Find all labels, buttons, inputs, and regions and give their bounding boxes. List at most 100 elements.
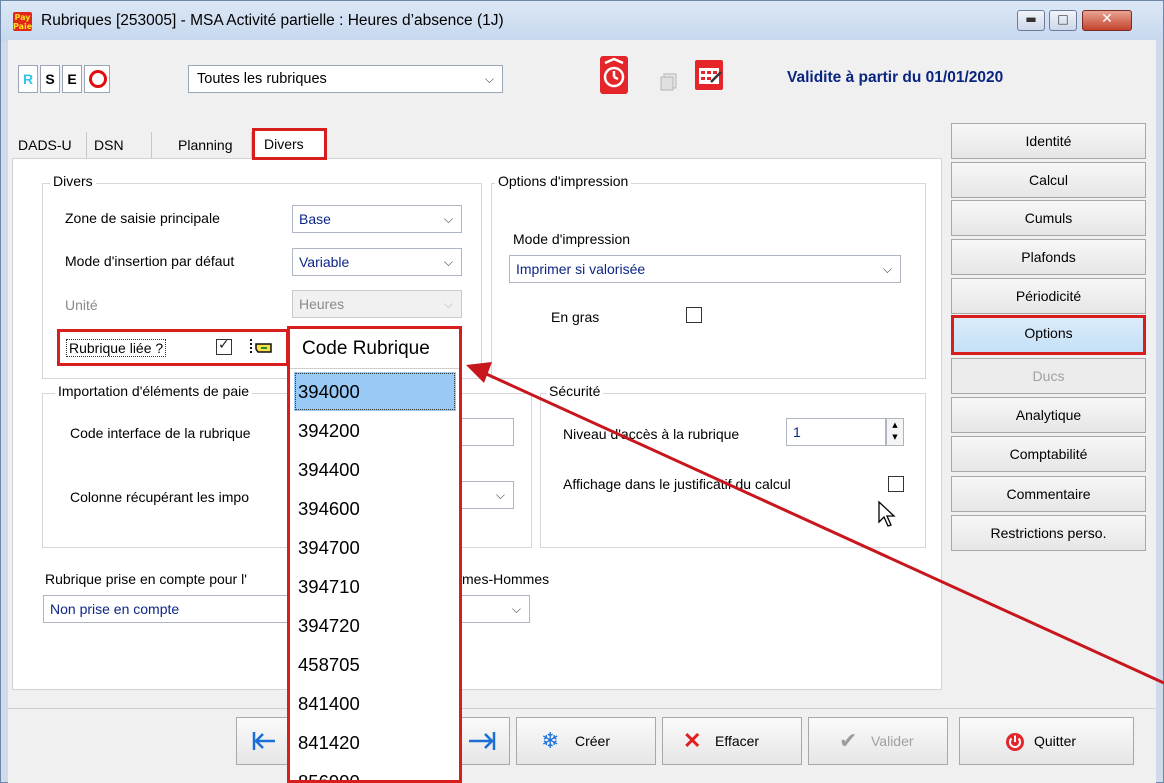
o-toggle-button[interactable] xyxy=(84,65,110,93)
comptabilite-button[interactable]: Comptabilité xyxy=(951,436,1146,472)
commentaire-button[interactable]: Commentaire xyxy=(951,476,1146,512)
code-interface-input[interactable] xyxy=(460,418,514,446)
maximize-button[interactable]: □ xyxy=(1049,10,1077,31)
e-toggle-button[interactable]: E xyxy=(62,65,82,93)
securite-group xyxy=(540,393,926,548)
effacer-button[interactable]: ✕ Effacer xyxy=(662,717,802,765)
code-rubrique-dropdown[interactable]: Code Rubrique 394000 394200 394400 39460… xyxy=(287,326,462,783)
spin-up-icon[interactable]: ▲ xyxy=(887,419,903,431)
tab-dads-u-label: DADS-U xyxy=(18,137,72,153)
title-bar[interactable]: Pay Paie Rubriques [253005] - MSA Activi… xyxy=(1,1,1163,41)
list-item[interactable]: 856900 xyxy=(294,762,456,780)
tab-planning-label: Planning xyxy=(178,137,233,153)
options-impression-title: Options d'impression xyxy=(495,173,632,189)
window-title: Rubriques [253005] - MSA Activité partie… xyxy=(41,12,504,29)
rubrique-liee-checkbox[interactable] xyxy=(216,337,232,355)
colonne-label: Colonne récupérant les impo xyxy=(70,489,249,505)
prudhommes-value: Non prise en compte xyxy=(50,601,180,617)
options-button[interactable]: Options xyxy=(951,315,1146,355)
chevron-down-icon: ⌵ xyxy=(495,488,505,502)
r-toggle-button[interactable]: R xyxy=(18,65,38,93)
list-item[interactable]: 394600 xyxy=(294,489,456,528)
mode-insertion-select[interactable]: Variable ⌵ xyxy=(292,248,462,276)
chevron-down-icon: ⌵ xyxy=(443,255,453,269)
effacer-label: Effacer xyxy=(715,733,760,749)
unite-value: Heures xyxy=(299,296,345,312)
zone-saisie-value: Base xyxy=(299,211,331,227)
zone-saisie-select[interactable]: Base ⌵ xyxy=(292,205,462,233)
plafonds-button[interactable]: Plafonds xyxy=(951,239,1146,275)
divers-group-title: Divers xyxy=(50,173,96,189)
snowflake-icon: ❄ xyxy=(541,728,560,753)
list-item[interactable]: 841420 xyxy=(294,723,456,762)
calcul-button[interactable]: Calcul xyxy=(951,162,1146,198)
valider-button: ✔ Valider xyxy=(808,717,948,765)
tab-dads-u[interactable]: DADS-U xyxy=(12,132,87,158)
close-icon: ✕ xyxy=(1101,11,1113,27)
timer-icon[interactable] xyxy=(599,55,629,95)
securite-group-title: Sécurité xyxy=(546,383,604,399)
maximize-icon: □ xyxy=(1057,12,1069,26)
chevron-down-icon: ⌵ xyxy=(882,262,892,276)
list-item[interactable]: 394200 xyxy=(294,411,456,450)
niveau-acces-input[interactable]: 1 xyxy=(786,418,886,446)
mode-insertion-label: Mode d'insertion par défaut xyxy=(65,253,235,269)
tab-planning[interactable]: Planning xyxy=(172,132,252,158)
identite-button[interactable]: Identité xyxy=(951,123,1146,159)
close-button[interactable]: ✕ xyxy=(1082,10,1132,31)
periodicite-button[interactable]: Périodicité xyxy=(951,278,1146,314)
pointing-hand-icon[interactable] xyxy=(247,335,277,359)
chevron-down-icon: ⌵ xyxy=(511,602,521,616)
last-record-button[interactable] xyxy=(454,717,510,765)
zone-saisie-label: Zone de saisie principale xyxy=(65,210,220,226)
list-item[interactable]: 841400 xyxy=(294,684,456,723)
list-item[interactable]: 394400 xyxy=(294,450,456,489)
prudhommes-label-start: Rubrique prise en compte pour l' xyxy=(45,571,247,587)
quitter-label: Quitter xyxy=(1034,733,1077,749)
red-circle-icon xyxy=(89,70,107,88)
rubrique-filter-select[interactable]: Toutes les rubriques ⌵ xyxy=(188,65,503,93)
valider-label: Valider xyxy=(871,733,914,749)
spin-down-icon[interactable]: ▼ xyxy=(887,431,903,443)
restrictions-perso-button[interactable]: Restrictions perso. xyxy=(951,515,1146,551)
mode-impression-label: Mode d'impression xyxy=(513,231,631,247)
analytique-button[interactable]: Analytique xyxy=(951,397,1146,433)
importation-group-title: Importation d'éléments de paie xyxy=(55,383,253,399)
s-toggle-button[interactable]: S xyxy=(40,65,60,93)
prudhommes-label-end: mes-Hommes xyxy=(462,571,550,587)
list-item[interactable]: 394700 xyxy=(294,528,456,567)
unite-label: Unité xyxy=(65,297,98,313)
list-item[interactable]: 394000 xyxy=(294,372,456,411)
list-item[interactable]: 394720 xyxy=(294,606,456,645)
arrow-to-start-icon xyxy=(252,732,275,750)
creer-label: Créer xyxy=(575,733,611,749)
creer-button[interactable]: ❄ Créer xyxy=(516,717,656,765)
quitter-button[interactable]: Quitter xyxy=(959,717,1134,765)
first-record-button[interactable] xyxy=(236,717,292,765)
colonne-select[interactable]: ⌵ xyxy=(460,481,514,509)
en-gras-checkbox[interactable] xyxy=(686,307,702,323)
calendar-icon[interactable] xyxy=(693,56,725,92)
unite-select: Heures ⌵ xyxy=(292,290,462,318)
niveau-acces-spinner[interactable]: ▲ ▼ xyxy=(886,418,904,446)
tab-dsn[interactable]: DSN xyxy=(88,132,152,158)
minimize-icon: ▬ xyxy=(1025,12,1037,26)
chevron-down-icon: ⌵ xyxy=(443,297,453,311)
ducs-button: Ducs xyxy=(951,358,1146,394)
x-icon: ✕ xyxy=(683,728,702,753)
code-interface-label: Code interface de la rubrique xyxy=(70,425,251,441)
app-logo-icon: Pay Paie xyxy=(13,12,33,31)
list-item[interactable]: 458705 xyxy=(294,645,456,684)
affichage-justificatif-checkbox[interactable] xyxy=(888,476,904,492)
tab-divers[interactable]: Divers xyxy=(252,128,327,160)
minimize-button[interactable]: ▬ xyxy=(1017,10,1045,31)
validity-date-text: Validite à partir du 01/01/2020 xyxy=(787,69,1004,86)
mode-impression-select[interactable]: Imprimer si valorisée ⌵ xyxy=(509,255,901,283)
cumuls-button[interactable]: Cumuls xyxy=(951,200,1146,236)
mode-insertion-value: Variable xyxy=(299,254,350,270)
chevron-down-icon: ⌵ xyxy=(484,72,494,86)
documents-icon[interactable] xyxy=(659,72,679,92)
list-item[interactable]: 394710 xyxy=(294,567,456,606)
niveau-acces-label: Niveau d'accès à la rubrique xyxy=(563,426,740,442)
mouse-pointer-icon xyxy=(878,500,896,527)
